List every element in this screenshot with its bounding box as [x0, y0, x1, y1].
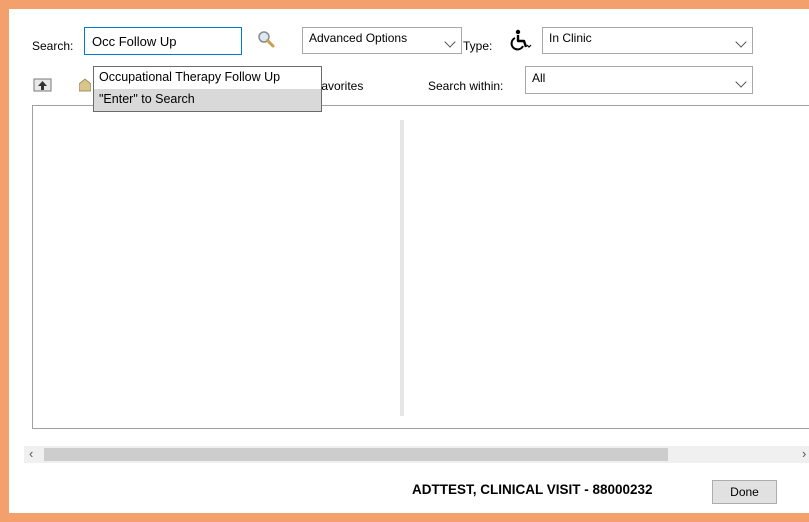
search-within-value: All — [532, 71, 546, 85]
advanced-options-select[interactable]: Advanced Options — [302, 27, 462, 54]
search-label: Search: — [32, 39, 74, 53]
search-within-select[interactable]: All — [525, 66, 753, 94]
type-value: In Clinic — [549, 31, 592, 45]
scrollbar-thumb[interactable] — [44, 448, 668, 461]
scroll-right-icon[interactable]: › — [802, 446, 806, 461]
advanced-options-value: Advanced Options — [309, 31, 408, 45]
order-search-dialog: Search: Occ Follow Up Advanced Options T… — [9, 9, 809, 513]
suggestion-item[interactable]: Occupational Therapy Follow Up — [94, 67, 321, 89]
type-label: Type: — [463, 39, 493, 53]
chevron-down-icon — [444, 36, 456, 48]
home-icon[interactable] — [78, 76, 92, 92]
results-panel — [32, 105, 809, 429]
chevron-down-icon — [735, 76, 747, 88]
patient-label: ADTTEST, CLINICAL VISIT - 88000232 — [412, 482, 653, 497]
suggestion-item-enter-search[interactable]: "Enter" to Search — [94, 89, 321, 111]
search-input[interactable]: Occ Follow Up — [84, 27, 242, 55]
search-suggestions-dropdown: Occupational Therapy Follow Up "Enter" t… — [93, 66, 322, 112]
up-folder-icon[interactable] — [33, 76, 53, 92]
search-icon[interactable] — [257, 30, 275, 48]
done-button[interactable]: Done — [712, 480, 777, 504]
horizontal-scrollbar[interactable]: ‹ › — [24, 446, 809, 463]
pane-splitter[interactable] — [400, 120, 404, 416]
chevron-down-icon — [735, 36, 747, 48]
scroll-left-icon[interactable]: ‹ — [29, 446, 33, 461]
type-select[interactable]: In Clinic — [542, 27, 753, 54]
search-within-label: Search within: — [428, 79, 504, 93]
wheelchair-icon[interactable] — [510, 29, 532, 51]
search-input-value: Occ Follow Up — [92, 34, 177, 49]
